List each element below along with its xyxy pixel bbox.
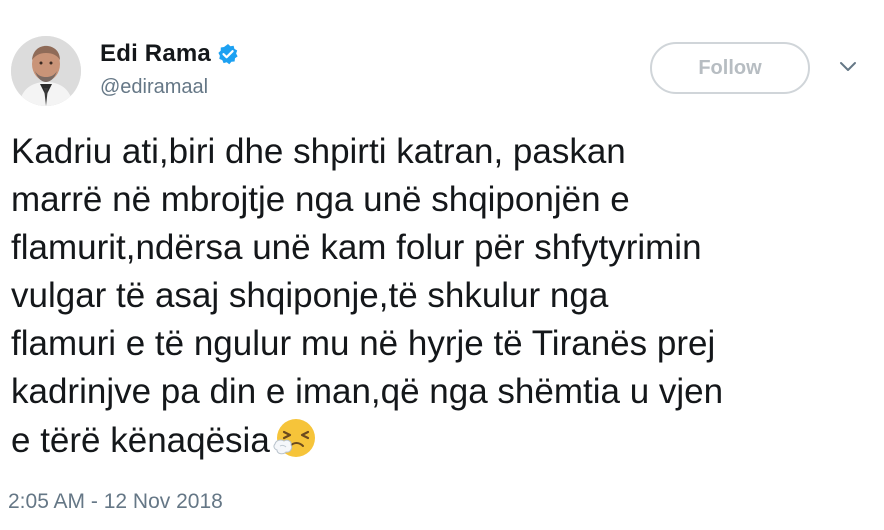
chevron-down-icon[interactable] (838, 60, 858, 74)
profile-photo-icon (11, 36, 81, 106)
avatar[interactable] (11, 36, 81, 106)
verified-badge-icon (217, 43, 239, 65)
sneezing-face-emoji-icon (272, 416, 316, 460)
tweet-card: Edi Rama @ediramaal Follow Kadriu ati,bi… (0, 0, 884, 530)
follow-button[interactable]: Follow (650, 42, 810, 94)
tweet-timestamp[interactable]: 2:05 AM - 12 Nov 2018 (8, 490, 223, 514)
tweet-text: Kadriu ati,biri dhe shpirti katran, pask… (11, 132, 724, 460)
author-handle[interactable]: @ediramaal (100, 76, 208, 99)
tweet-body: Kadriu ati,biri dhe shpirti katran, pask… (11, 128, 877, 465)
author-display-name[interactable]: Edi Rama (100, 40, 211, 68)
author-name-row: Edi Rama (100, 40, 239, 68)
